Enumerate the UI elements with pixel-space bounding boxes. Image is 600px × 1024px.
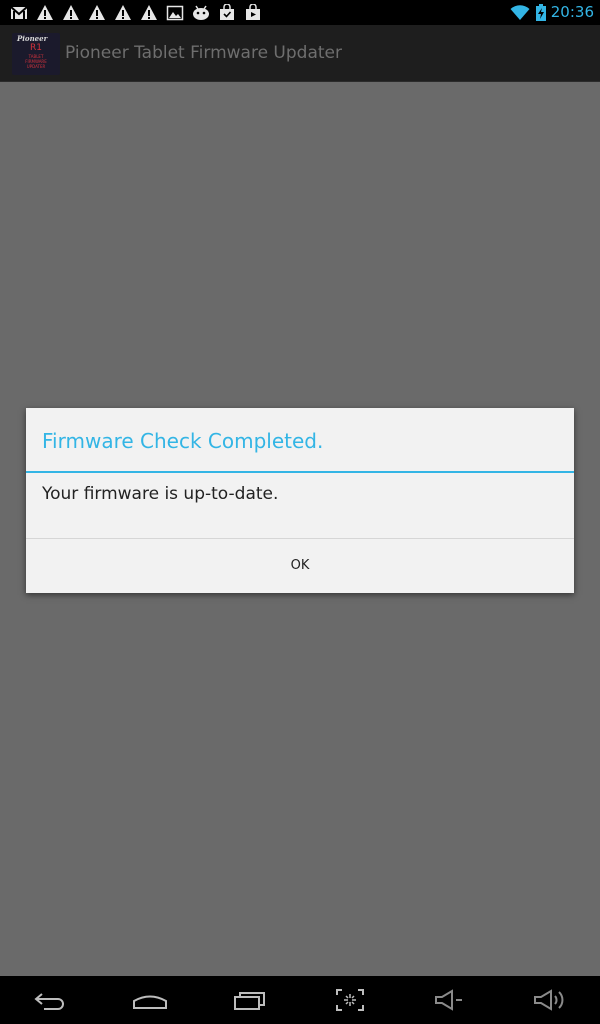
warning-icon[interactable] [114, 4, 132, 21]
back-icon[interactable] [32, 988, 68, 1012]
app-icon-caption-line: UPDATER [26, 64, 46, 69]
navigation-bar [0, 976, 600, 1024]
screenshot-icon[interactable] [332, 988, 368, 1012]
dialog-title: Firmware Check Completed. [42, 429, 324, 453]
volume-down-icon[interactable] [432, 988, 468, 1012]
app-icon-model: R1 [30, 43, 42, 53]
screen: 20:36 Pioneer R1 TABLET FIRMWARE UPDATER… [0, 0, 600, 1024]
shopping-bag-icon[interactable] [244, 3, 262, 21]
image-icon[interactable] [166, 4, 184, 21]
warning-icon[interactable] [88, 4, 106, 21]
home-icon[interactable] [132, 988, 168, 1012]
status-bar: 20:36 [0, 0, 600, 25]
action-bar: Pioneer R1 TABLET FIRMWARE UPDATER Pione… [0, 25, 600, 82]
android-icon[interactable] [192, 4, 210, 21]
app-icon-caption: TABLET FIRMWARE UPDATER [12, 54, 60, 69]
wifi-icon[interactable] [510, 4, 530, 21]
dialog-title-divider [26, 471, 574, 473]
dialog-message: Your firmware is up-to-date. [42, 484, 279, 504]
app-icon-brand: Pioneer [17, 34, 48, 43]
battery-charging-icon[interactable] [535, 4, 547, 21]
warning-icon[interactable] [36, 4, 54, 21]
status-clock: 20:36 [550, 3, 594, 21]
warning-icon[interactable] [62, 4, 80, 21]
shopping-bag-icon[interactable] [218, 3, 236, 21]
gmail-icon[interactable] [10, 4, 28, 21]
warning-icon[interactable] [140, 4, 158, 21]
app-icon[interactable]: Pioneer R1 TABLET FIRMWARE UPDATER [12, 33, 60, 75]
app-title: Pioneer Tablet Firmware Updater [65, 43, 342, 63]
volume-up-icon[interactable] [532, 988, 568, 1012]
ok-button[interactable]: OK [26, 539, 574, 593]
recent-apps-icon[interactable] [232, 988, 268, 1012]
alert-dialog: Firmware Check Completed. Your firmware … [26, 408, 574, 593]
